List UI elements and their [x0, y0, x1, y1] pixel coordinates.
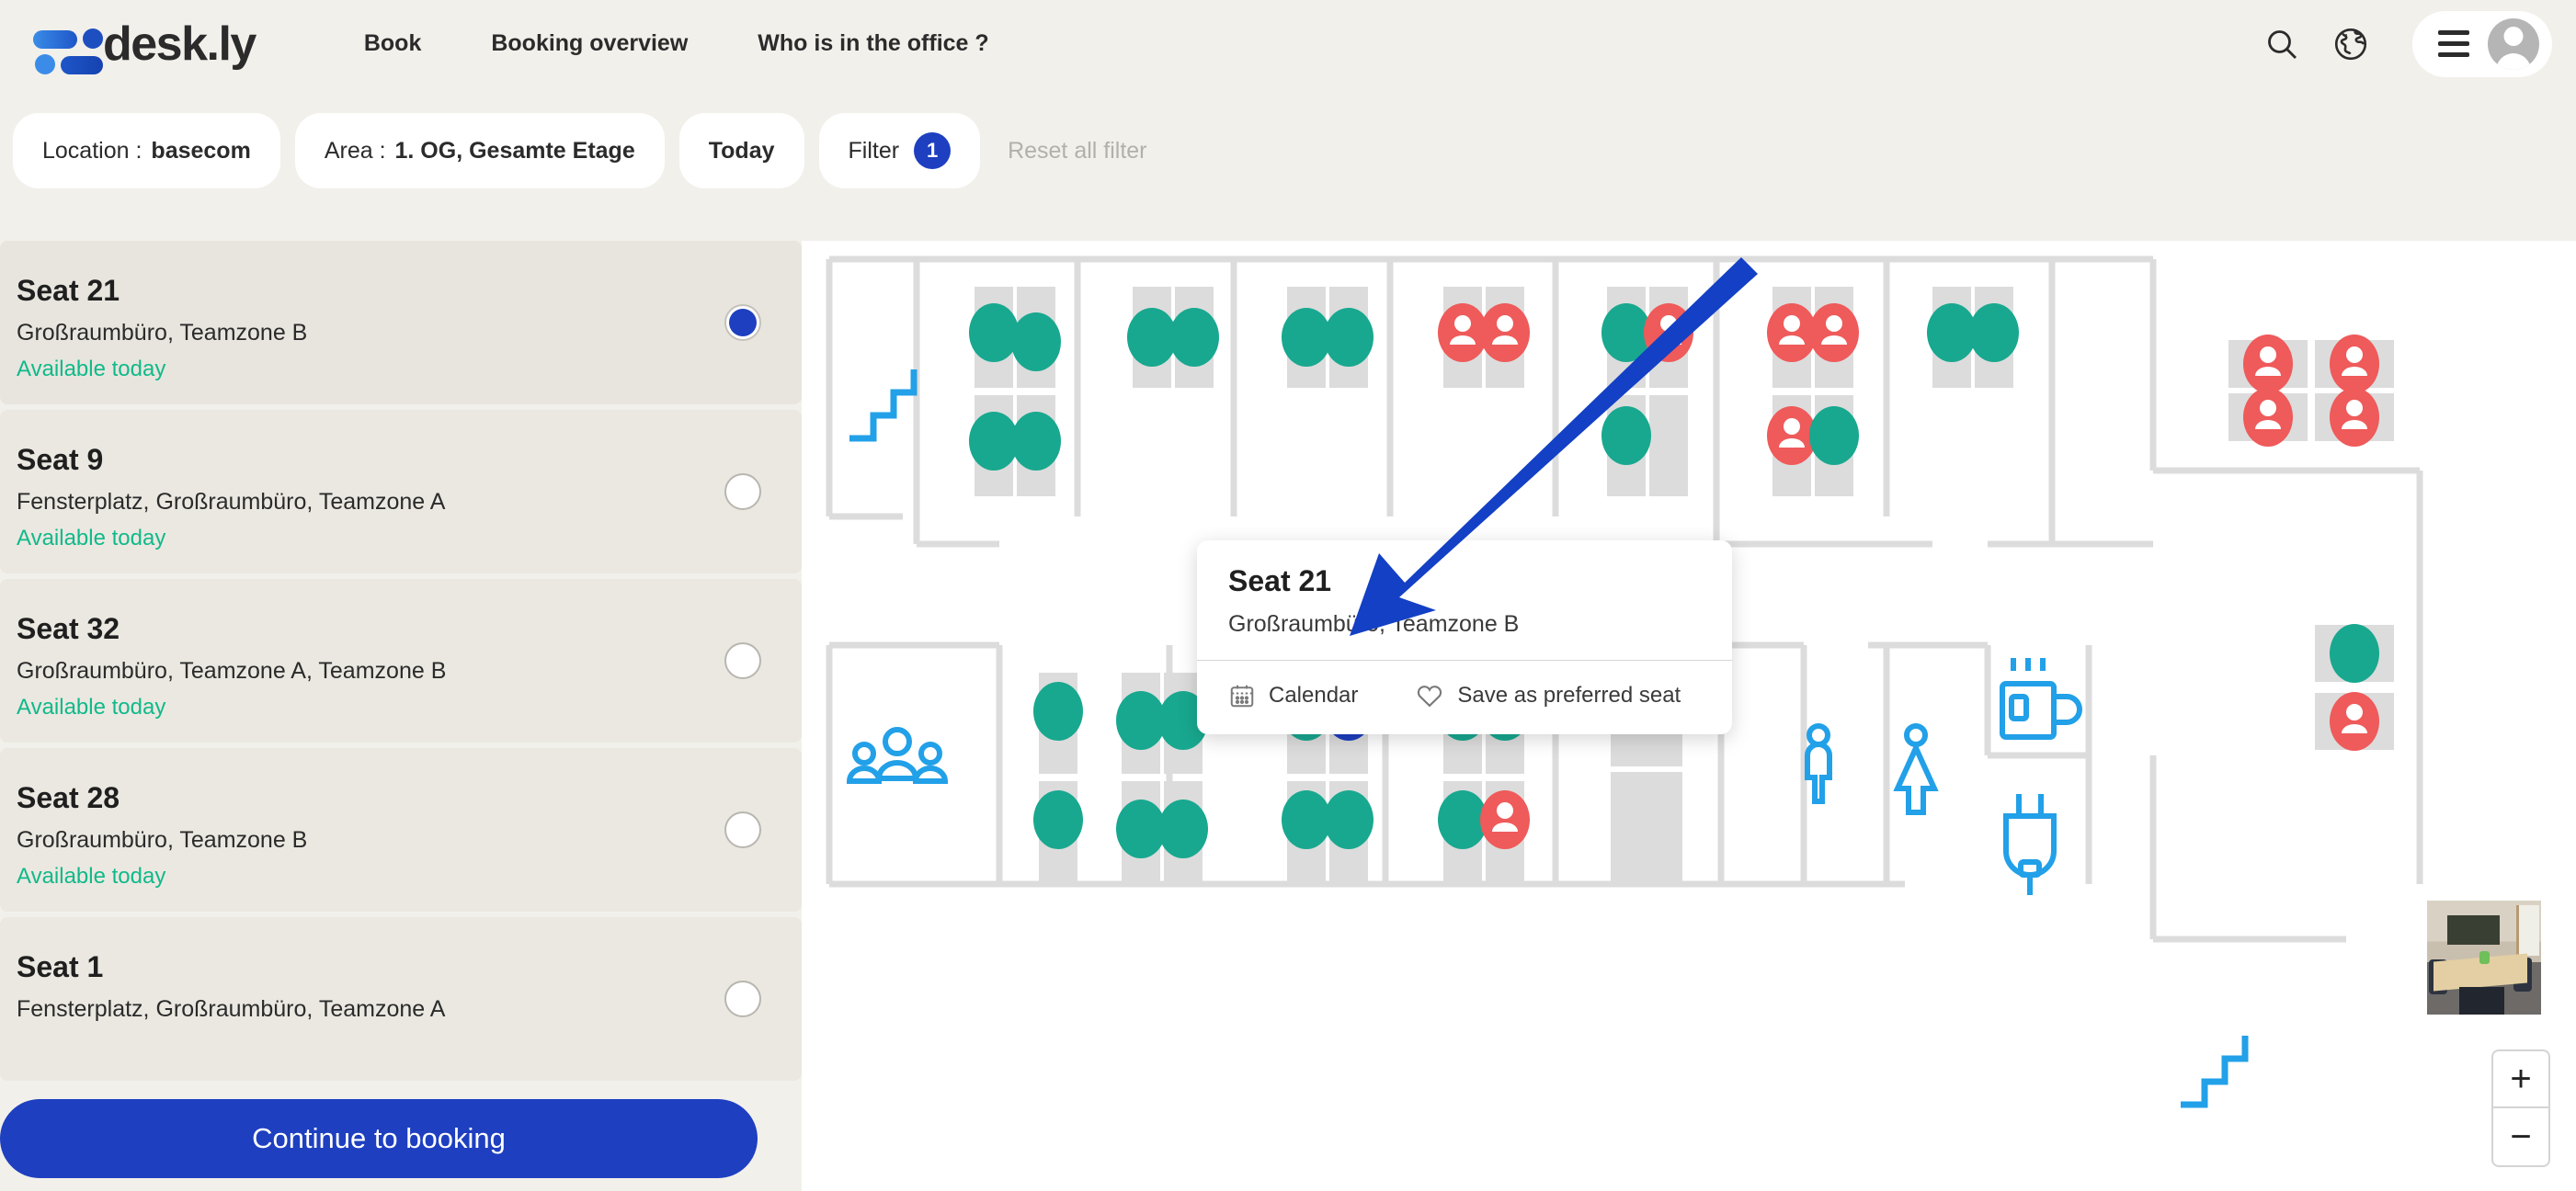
- user-avatar-icon[interactable]: [2488, 17, 2539, 70]
- seat-list-item[interactable]: Seat 1 Fensterplatz, Großraumbüro, Teamz…: [0, 917, 802, 1081]
- seat-status: Available today: [17, 525, 166, 550]
- seat-list-item[interactable]: Seat 9 Fensterplatz, Großraumbüro, Teamz…: [0, 410, 802, 573]
- seat-status: Available today: [17, 356, 166, 381]
- meeting-room-photo[interactable]: [2427, 901, 2541, 1015]
- deskly-logo-icon: [33, 23, 103, 74]
- seat-occupied: [1480, 790, 1530, 849]
- calendar-action[interactable]: Calendar: [1228, 682, 1358, 709]
- seat-attributes: Fensterplatz, Großraumbüro, Teamzone A: [17, 995, 446, 1022]
- tooltip-seat-attributes: Großraumbüro, Teamzone B: [1228, 611, 1520, 637]
- date-filter-today[interactable]: Today: [678, 113, 804, 188]
- seat-tooltip[interactable]: Seat 21 Großraumbüro, Teamzone B Calenda…: [1197, 540, 1732, 734]
- location-label: Location :: [42, 137, 142, 164]
- app-header: desk.ly Book Booking overview Who is in …: [0, 0, 2576, 87]
- filter-label: Filter: [848, 137, 900, 164]
- area-filter[interactable]: Area : 1. OG, Gesamte Etage: [294, 113, 665, 188]
- save-preferred-seat-action[interactable]: Save as preferred seat: [1415, 681, 1681, 710]
- seat-radio-button[interactable]: [724, 642, 761, 679]
- seat-occupied: [2330, 335, 2379, 393]
- stairs-icon: [849, 369, 918, 442]
- save-preferred-seat-label: Save as preferred seat: [1457, 683, 1681, 708]
- seat-occupied: [2330, 388, 2379, 447]
- search-icon[interactable]: [2263, 26, 2300, 62]
- calendar-label: Calendar: [1269, 683, 1359, 708]
- map-zoom-controls[interactable]: + −: [2491, 1049, 2550, 1167]
- seat-attributes: Großraumbüro, Teamzone B: [17, 319, 308, 346]
- power-plug-icon: [2003, 794, 2057, 895]
- seat-occupied: [2330, 692, 2379, 751]
- seat-list-item[interactable]: Seat 32 Großraumbüro, Teamzone A, Teamzo…: [0, 579, 802, 743]
- seat-name: Seat 1: [17, 950, 104, 983]
- filter-button[interactable]: Filter 1: [818, 113, 981, 188]
- seat-occupied: [2243, 388, 2293, 447]
- seat-name: Seat 28: [17, 781, 120, 814]
- nav-item-booking-overview[interactable]: Booking overview: [456, 30, 723, 57]
- tooltip-header: Seat 21 Großraumbüro, Teamzone B: [1197, 540, 1732, 660]
- globe-icon[interactable]: [2331, 25, 2370, 63]
- reset-all-filter-button[interactable]: Reset all filter: [995, 138, 1159, 164]
- meeting-group-icon: [846, 727, 949, 784]
- restroom-male-icon: [1805, 723, 1832, 804]
- seat-occupied: [1767, 303, 1817, 362]
- area-label: Area :: [324, 137, 386, 164]
- continue-to-booking-button[interactable]: Continue to booking: [0, 1099, 758, 1178]
- floor-plan-map[interactable]: Seat 21 Großraumbüro, Teamzone B Calenda…: [802, 241, 2576, 1191]
- seat-attributes: Fensterplatz, Großraumbüro, Teamzone A: [17, 488, 446, 515]
- stairs-icon: [2181, 1036, 2249, 1108]
- logo-text: desk.ly: [103, 17, 256, 71]
- seat-name: Seat 32: [17, 612, 120, 645]
- calendar-icon: [1230, 685, 1254, 708]
- seat-occupied: [1644, 303, 1693, 362]
- seat-occupied: [2243, 335, 2293, 393]
- zoom-in-button[interactable]: +: [2493, 1051, 2548, 1108]
- filter-bar: Location : basecom Area : 1. OG, Gesamte…: [0, 87, 2576, 214]
- seat-list-item[interactable]: Seat 28 Großraumbüro, Teamzone B Availab…: [0, 748, 802, 912]
- header-actions: [2263, 0, 2552, 87]
- seat-radio-button[interactable]: [724, 981, 761, 1017]
- seat-occupied: [1809, 303, 1859, 362]
- tooltip-seat-name: Seat 21: [1228, 564, 1332, 597]
- seat-name: Seat 21: [17, 274, 120, 307]
- tooltip-actions: Calendar Save as preferred seat: [1197, 661, 1732, 734]
- seat-occupied: [1438, 303, 1487, 362]
- main-nav: Book Booking overview Who is in the offi…: [329, 30, 1024, 57]
- seat-radio-button[interactable]: [724, 304, 761, 341]
- seat-status: Available today: [17, 694, 166, 720]
- seat-name: Seat 9: [17, 443, 104, 476]
- seat-status: Available today: [17, 863, 166, 889]
- hamburger-menu-icon[interactable]: [2438, 30, 2469, 57]
- coffee-icon: [2000, 658, 2082, 740]
- logo[interactable]: desk.ly: [33, 17, 256, 74]
- area-value: 1. OG, Gesamte Etage: [394, 137, 635, 164]
- seat-occupied: [1767, 406, 1817, 465]
- today-label: Today: [708, 137, 775, 164]
- heart-icon: [1418, 686, 1442, 708]
- seat-attributes: Großraumbüro, Teamzone B: [17, 826, 308, 853]
- seat-radio-button[interactable]: [724, 811, 761, 848]
- nav-item-book[interactable]: Book: [329, 30, 457, 57]
- seat-attributes: Großraumbüro, Teamzone A, Teamzone B: [17, 657, 447, 684]
- seat-radio-button[interactable]: [724, 473, 761, 510]
- location-filter[interactable]: Location : basecom: [13, 113, 280, 188]
- zoom-out-button[interactable]: −: [2493, 1108, 2548, 1165]
- seat-list-sidebar[interactable]: Seat 21 Großraumbüro, Teamzone B Availab…: [0, 241, 802, 1191]
- seat-list-item[interactable]: Seat 21 Großraumbüro, Teamzone B Availab…: [0, 241, 802, 404]
- filter-count-badge: 1: [914, 132, 952, 169]
- account-menu[interactable]: [2412, 10, 2552, 77]
- seat-occupied: [1480, 303, 1530, 362]
- nav-item-who-is-in-the-office[interactable]: Who is in the office ?: [723, 30, 1023, 57]
- restroom-female-icon: [1893, 723, 1939, 815]
- location-value: basecom: [151, 137, 251, 164]
